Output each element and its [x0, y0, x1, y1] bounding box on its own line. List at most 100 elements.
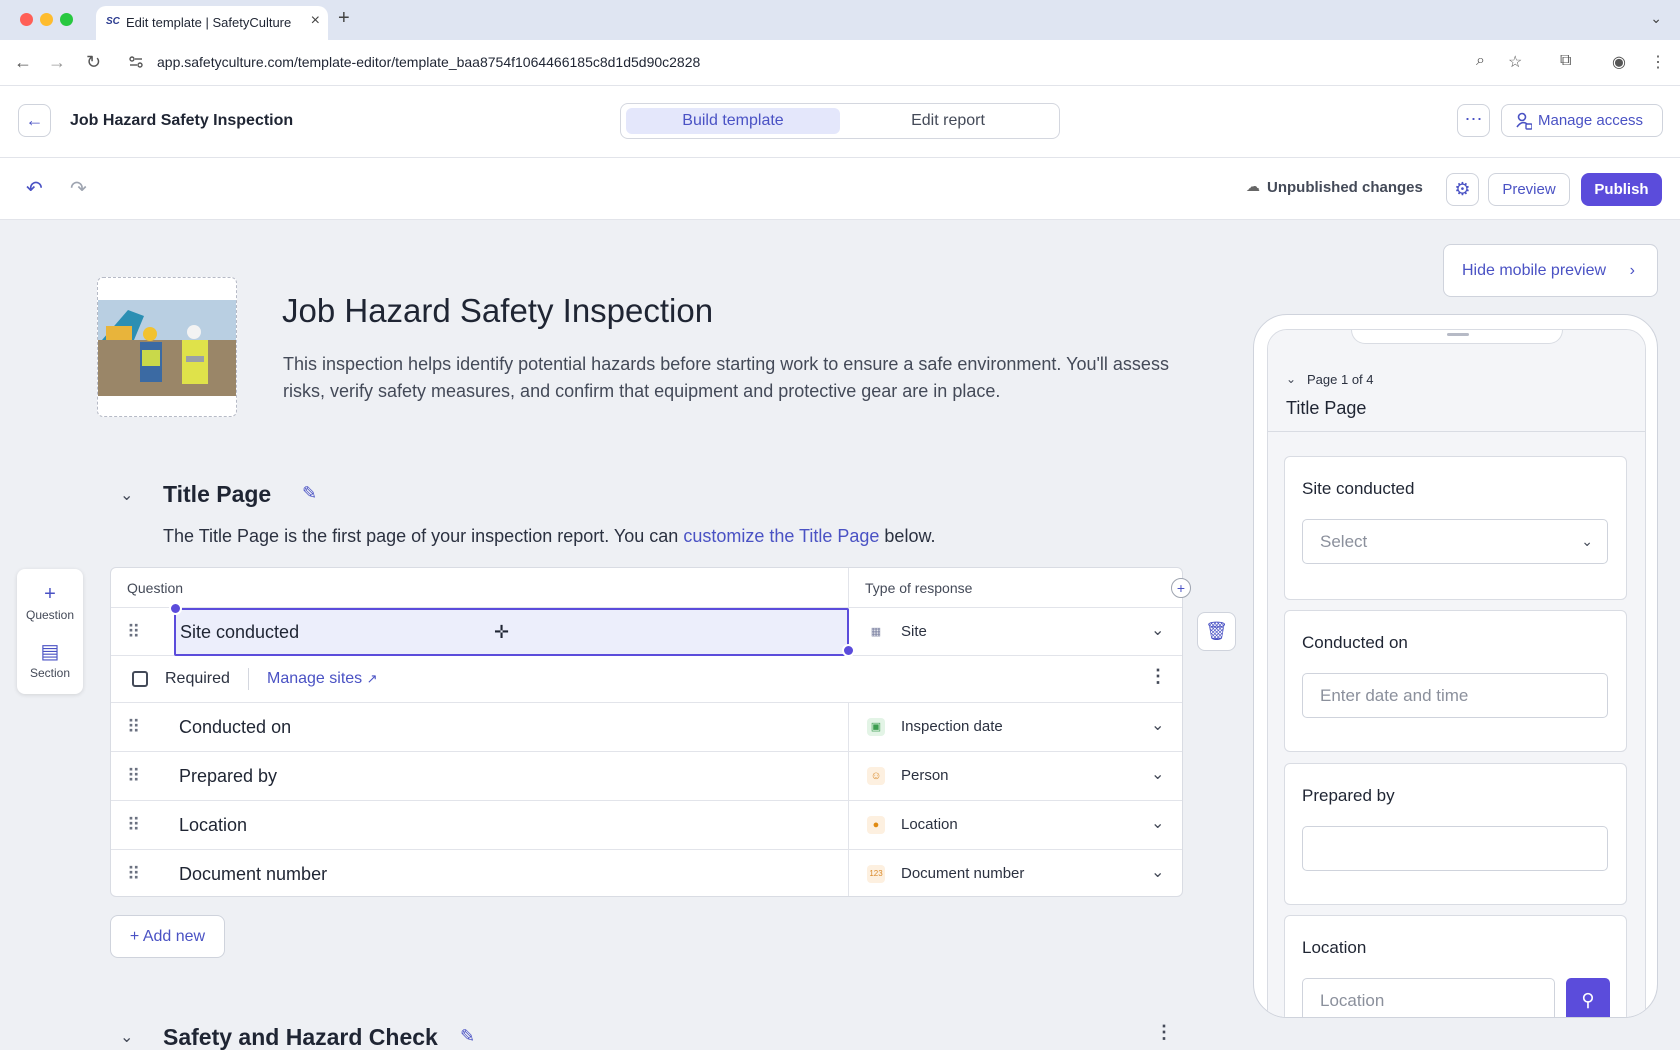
drag-handle-icon[interactable]: ⠿	[127, 864, 140, 885]
gear-icon: ⚙	[1454, 179, 1471, 199]
response-type: Inspection date	[901, 718, 1003, 735]
add-new-button[interactable]: + Add new	[110, 915, 225, 958]
browser-tab[interactable]: SC Edit template | SafetyCulture ×	[96, 6, 328, 40]
collapse-chevron-icon[interactable]: ⌄	[120, 485, 133, 505]
back-arrow-icon[interactable]: ←	[14, 52, 32, 73]
row-more-icon[interactable]: ⋮	[1149, 666, 1167, 687]
forward-arrow-icon[interactable]: →	[48, 52, 66, 73]
date-time-input[interactable]: Enter date and time	[1302, 673, 1608, 718]
undo-icon[interactable]: ↶	[26, 176, 43, 201]
more-options-button[interactable]: ⋯	[1457, 104, 1490, 137]
site-select[interactable]: Select ⌄	[1302, 519, 1608, 564]
required-checkbox[interactable]	[132, 671, 148, 687]
response-type-chevron-icon[interactable]: ⌄	[1151, 715, 1164, 735]
drag-handle-icon[interactable]: ⠿	[127, 622, 140, 643]
add-section-label: Section	[29, 666, 71, 680]
question-text[interactable]: Conducted on	[179, 717, 291, 738]
question-text[interactable]: Location	[179, 815, 247, 836]
mode-switcher: Build template Edit report	[620, 103, 1060, 139]
prepared-by-input[interactable]	[1302, 826, 1608, 871]
section-icon: ▤	[40, 641, 60, 663]
url-field[interactable]: app.safetyculture.com/template-editor/te…	[157, 54, 700, 70]
delete-question-button[interactable]: 🗑	[1197, 612, 1236, 651]
manage-access-button[interactable]: Manage access	[1501, 104, 1663, 137]
response-type-chevron-icon[interactable]: ⌄	[1151, 813, 1164, 833]
mobile-screen: ⌄ Page 1 of 4 Title Page Site conducted …	[1267, 329, 1646, 1017]
drag-handle-icon[interactable]: ⠿	[127, 815, 140, 836]
template-title[interactable]: Job Hazard Safety Inspection	[282, 292, 713, 330]
question-text[interactable]: Prepared by	[179, 766, 277, 787]
table-row[interactable]: ⠿ Document number 123 Document number ⌄	[111, 850, 1182, 899]
question-input-site-conducted[interactable]: Site conducted ✛	[174, 608, 849, 656]
browser-menu-icon[interactable]: ⋮	[1650, 52, 1666, 72]
more-horizontal-icon: ⋯	[1464, 109, 1483, 129]
calendar-icon: ▣	[867, 718, 885, 736]
response-type-chevron-icon[interactable]: ⌄	[1151, 620, 1164, 640]
add-item-panel: + Question ▤ Section	[17, 569, 83, 694]
select-placeholder: Select	[1320, 532, 1368, 551]
manage-sites-link[interactable]: Manage sites ↗	[267, 670, 378, 688]
table-row[interactable]: ⠿ Prepared by ☺ Person ⌄	[111, 752, 1182, 801]
response-type-chevron-icon[interactable]: ⌄	[1151, 764, 1164, 784]
hide-mobile-preview-label: Hide mobile preview	[1462, 262, 1607, 279]
customize-title-page-link[interactable]: customize the Title Page	[683, 526, 879, 546]
collapse-chevron-icon[interactable]: ⌄	[120, 1027, 133, 1047]
redo-icon[interactable]: ↷	[70, 176, 87, 201]
minimize-window-button[interactable]	[40, 13, 53, 26]
drag-handle-icon[interactable]: ⠿	[127, 766, 140, 787]
extensions-icon[interactable]: ⧉	[1560, 52, 1571, 70]
preview-button[interactable]: Preview	[1488, 173, 1570, 206]
location-pin-button[interactable]: ⚲	[1566, 978, 1610, 1017]
resize-handle-top[interactable]	[169, 602, 182, 615]
page-indicator[interactable]: Page 1 of 4	[1307, 372, 1374, 387]
add-section-button[interactable]: ▤ Section	[17, 639, 83, 680]
back-button[interactable]: ←	[18, 104, 51, 137]
zoom-icon[interactable]: ⌕	[1476, 52, 1485, 70]
new-tab-icon[interactable]: +	[338, 7, 350, 30]
page-chevron-icon[interactable]: ⌄	[1286, 372, 1296, 386]
map-pin-icon: ⚲	[1581, 990, 1595, 1010]
table-row[interactable]: ⠿ Location ● Location ⌄	[111, 801, 1182, 850]
mobile-page-header: ⌄ Page 1 of 4 Title Page	[1268, 330, 1645, 432]
hide-mobile-preview-button[interactable]: Hide mobile preview ›	[1443, 244, 1658, 297]
notch-bar	[1447, 333, 1469, 336]
maximize-window-button[interactable]	[60, 13, 73, 26]
trash-icon: 🗑	[1205, 621, 1228, 641]
reload-icon[interactable]: ↻	[86, 52, 101, 73]
tab-edit-report[interactable]: Edit report	[841, 108, 1055, 134]
section-more-icon[interactable]: ⋮	[1155, 1022, 1173, 1043]
edit-pencil-icon[interactable]: ✎	[460, 1026, 475, 1047]
chevron-down-icon: ⌄	[1581, 533, 1593, 549]
tab-search-chevron-icon[interactable]: ⌄	[1650, 10, 1662, 27]
bookmark-star-icon[interactable]: ☆	[1508, 52, 1522, 72]
site-settings-icon[interactable]	[128, 54, 144, 70]
response-type: Site	[901, 623, 927, 640]
response-type: Location	[901, 816, 958, 833]
building-icon: ▦	[870, 626, 882, 638]
address-bar: ← → ↻ app.safetyculture.com/template-edi…	[0, 40, 1680, 86]
table-row-selected[interactable]: ⠿ Site conducted ✛ ▦ Site ⌄	[111, 602, 1182, 657]
response-type-chevron-icon[interactable]: ⌄	[1151, 862, 1164, 882]
close-tab-icon[interactable]: ×	[311, 12, 320, 30]
profile-icon[interactable]: ◉	[1612, 52, 1626, 72]
drag-handle-icon[interactable]: ⠿	[127, 717, 140, 738]
question-text[interactable]: Document number	[179, 864, 327, 885]
template-cover-image[interactable]	[97, 277, 237, 417]
close-window-button[interactable]	[20, 13, 33, 26]
tab-build-template[interactable]: Build template	[626, 108, 840, 134]
app-header: ← Job Hazard Safety Inspection Build tem…	[0, 86, 1680, 158]
edit-pencil-icon[interactable]: ✎	[302, 483, 317, 504]
section-safety-hazard-check: Safety and Hazard Check	[163, 1024, 438, 1050]
section-title-page: Title Page	[163, 481, 272, 507]
mobile-page-title: Title Page	[1286, 398, 1367, 418]
settings-button[interactable]: ⚙	[1446, 173, 1479, 206]
table-row[interactable]: ⠿ Conducted on ▣ Inspection date ⌄	[111, 703, 1182, 752]
add-column-button[interactable]: +	[1171, 578, 1191, 598]
header-template-title: Job Hazard Safety Inspection	[70, 112, 294, 129]
add-question-button[interactable]: + Question	[17, 583, 83, 622]
title-page-description: The Title Page is the first page of your…	[163, 526, 935, 547]
location-input[interactable]: Location	[1302, 978, 1555, 1017]
template-description[interactable]: This inspection helps identify potential…	[283, 351, 1183, 405]
map-pin-icon: ●	[867, 816, 885, 834]
publish-button[interactable]: Publish	[1581, 173, 1662, 206]
